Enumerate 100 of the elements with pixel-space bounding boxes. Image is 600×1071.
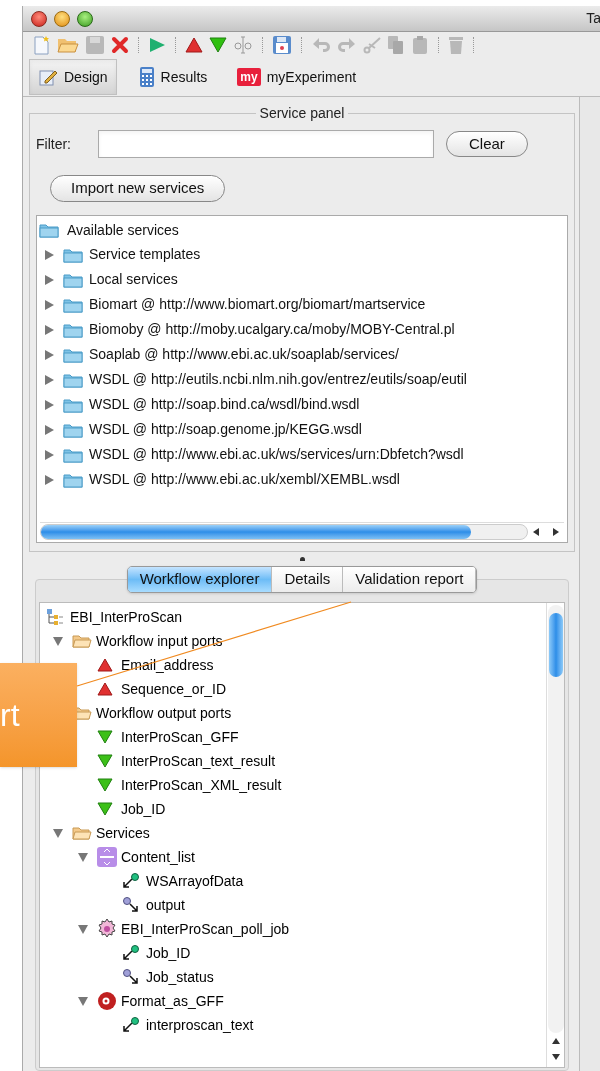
toolbar-separator xyxy=(175,37,176,53)
close-icon[interactable] xyxy=(111,36,129,54)
collapse-arrow-icon[interactable] xyxy=(77,923,89,935)
tree-item-label[interactable]: EBI_InterProScan_poll_job xyxy=(121,918,290,940)
folder-icon xyxy=(63,396,83,413)
toolbar-separator xyxy=(262,37,263,53)
folder-icon xyxy=(72,633,92,649)
tree-item-label[interactable]: Biomart @ http://www.biomart.org/biomart/martservice xyxy=(89,294,426,315)
clear-button[interactable]: Clear xyxy=(446,131,528,157)
tree-item-label[interactable]: WSDL @ http://soap.bind.ca/wsdl/bind.wsdl xyxy=(89,394,360,415)
expand-arrow-icon[interactable] xyxy=(43,423,55,436)
tree-item-label[interactable]: Biomoby @ http://moby.ucalgary.ca/moby/MOBY-Central.pl xyxy=(89,319,455,340)
collapse-arrow-icon[interactable] xyxy=(52,827,64,839)
callout-text: rt xyxy=(0,699,20,731)
panel-tab[interactable]: Details xyxy=(272,567,344,592)
triangle-up-icon[interactable] xyxy=(185,37,203,53)
triangle-down-icon xyxy=(97,730,113,744)
tree-item-label[interactable]: WSArrayofData xyxy=(146,870,244,892)
scrollbar-thumb[interactable] xyxy=(41,524,471,539)
filter-field[interactable] xyxy=(98,130,434,158)
input-port-icon xyxy=(122,1017,140,1033)
input-port-icon xyxy=(122,945,140,961)
horizontal-scrollbar-track[interactable] xyxy=(40,523,528,540)
panel-tab[interactable]: Validation report xyxy=(343,567,477,592)
minimize-window-button[interactable] xyxy=(54,10,70,27)
toolbar-separator xyxy=(301,37,302,53)
splitter-handle[interactable] xyxy=(299,557,305,561)
input-port-icon xyxy=(122,873,140,889)
pencil-notepad-icon xyxy=(38,67,58,87)
expand-arrow-icon[interactable] xyxy=(43,323,55,336)
calculator-icon xyxy=(138,66,155,88)
tree-item-label[interactable]: Content_list xyxy=(121,846,195,868)
output-port-icon xyxy=(122,969,140,985)
expand-arrow-icon[interactable] xyxy=(43,348,55,361)
tree-item-label[interactable]: Job_status xyxy=(146,966,214,988)
expand-arrow-icon[interactable] xyxy=(43,448,55,461)
expand-arrow-icon[interactable] xyxy=(43,248,55,261)
folder-icon xyxy=(63,421,83,438)
zoom-window-button[interactable] xyxy=(77,10,93,27)
tree-item-label[interactable]: WSDL @ http://soap.genome.jp/KEGG.wsdl xyxy=(89,419,362,440)
tree-item-label[interactable]: Workflow input ports xyxy=(96,630,223,652)
tree-item-label[interactable]: interproscan_text xyxy=(146,1014,254,1036)
folder-icon xyxy=(39,222,59,238)
tree-item-label[interactable]: Available services xyxy=(67,219,179,241)
ball-icon xyxy=(97,991,117,1011)
scrollbar-thumb[interactable] xyxy=(548,613,563,677)
folder-icon xyxy=(63,296,83,313)
tree-item-label[interactable]: InterProScan_text_result xyxy=(121,750,276,772)
tree-item-label[interactable]: Workflow output ports xyxy=(96,702,232,724)
tree-item-label[interactable]: Local services xyxy=(89,269,178,290)
collapse-arrow-icon[interactable] xyxy=(77,995,89,1007)
perspective-tab[interactable]: my myExperiment xyxy=(229,59,365,95)
tree-item-label[interactable]: Service templates xyxy=(89,244,201,265)
triangle-down-icon[interactable] xyxy=(209,37,227,53)
perspective-tab[interactable]: Design xyxy=(29,59,117,95)
close-window-button[interactable] xyxy=(31,10,47,27)
expand-arrow-icon[interactable] xyxy=(43,398,55,411)
folder-icon xyxy=(72,825,92,841)
tree-item-label[interactable]: WSDL @ http://www.ebi.ac.uk/ws/services/urn:Dbfetch?wsdl xyxy=(89,444,464,465)
tree-item-label[interactable]: Soaplab @ http://www.ebi.ac.uk/soaplab/services/ xyxy=(89,344,399,365)
collapse-arrow-icon[interactable] xyxy=(52,635,64,647)
tree-item-label[interactable]: Job_ID xyxy=(121,798,166,820)
folder-icon xyxy=(63,321,83,338)
perspective-tab[interactable]: Results xyxy=(130,59,216,95)
tree-item-label[interactable]: WSDL @ http://eutils.ncbi.nlm.nih.gov/entrez/eutils/soap/eutil xyxy=(89,369,467,390)
tree-item-label[interactable]: Sequence_or_ID xyxy=(121,678,227,700)
triangle-up-icon xyxy=(97,682,113,696)
expand-arrow-icon[interactable] xyxy=(43,298,55,311)
triangle-down-icon xyxy=(97,778,113,792)
play-icon[interactable] xyxy=(148,36,166,54)
filter-label: Filter: xyxy=(36,134,72,154)
expand-arrow-icon[interactable] xyxy=(43,473,55,486)
logo-badge: my xyxy=(237,68,261,86)
vertical-scrollbar-track[interactable] xyxy=(547,605,564,1033)
expand-arrow-icon[interactable] xyxy=(43,273,55,286)
tree-item-label[interactable]: output xyxy=(146,894,185,916)
folder-icon xyxy=(63,471,83,488)
xml-icon xyxy=(97,847,117,867)
toolbar-separator xyxy=(438,37,439,53)
collapse-arrow-icon[interactable] xyxy=(77,851,89,863)
tree-item-label[interactable]: InterProScan_XML_result xyxy=(121,774,282,796)
folder-icon xyxy=(63,371,83,388)
tree-item-label[interactable]: InterProScan_GFF xyxy=(121,726,239,748)
tree-item-label[interactable]: EBI_InterProScan xyxy=(70,606,183,628)
triangle-down-icon xyxy=(97,754,113,768)
folder-icon xyxy=(63,271,83,288)
tree-diagram-icon xyxy=(46,608,64,626)
tree-item-label[interactable]: Job_ID xyxy=(146,942,191,964)
gear-icon xyxy=(97,919,117,939)
triangle-up-icon xyxy=(97,658,113,672)
panel-tab[interactable]: Workflow explorer xyxy=(127,567,273,592)
triangle-down-icon xyxy=(97,802,113,816)
folder-icon xyxy=(63,346,83,363)
tree-item-label[interactable]: Services xyxy=(96,822,150,844)
tree-item-label[interactable]: WSDL @ http://www.ebi.ac.uk/xembl/XEMBL.wsdl xyxy=(89,469,400,490)
tree-item-label[interactable]: Format_as_GFF xyxy=(121,990,224,1012)
import-services-button[interactable]: Import new services xyxy=(50,175,226,202)
toolbar-separator xyxy=(138,37,139,53)
panel-title: Service panel xyxy=(258,104,346,123)
expand-arrow-icon[interactable] xyxy=(43,373,55,386)
